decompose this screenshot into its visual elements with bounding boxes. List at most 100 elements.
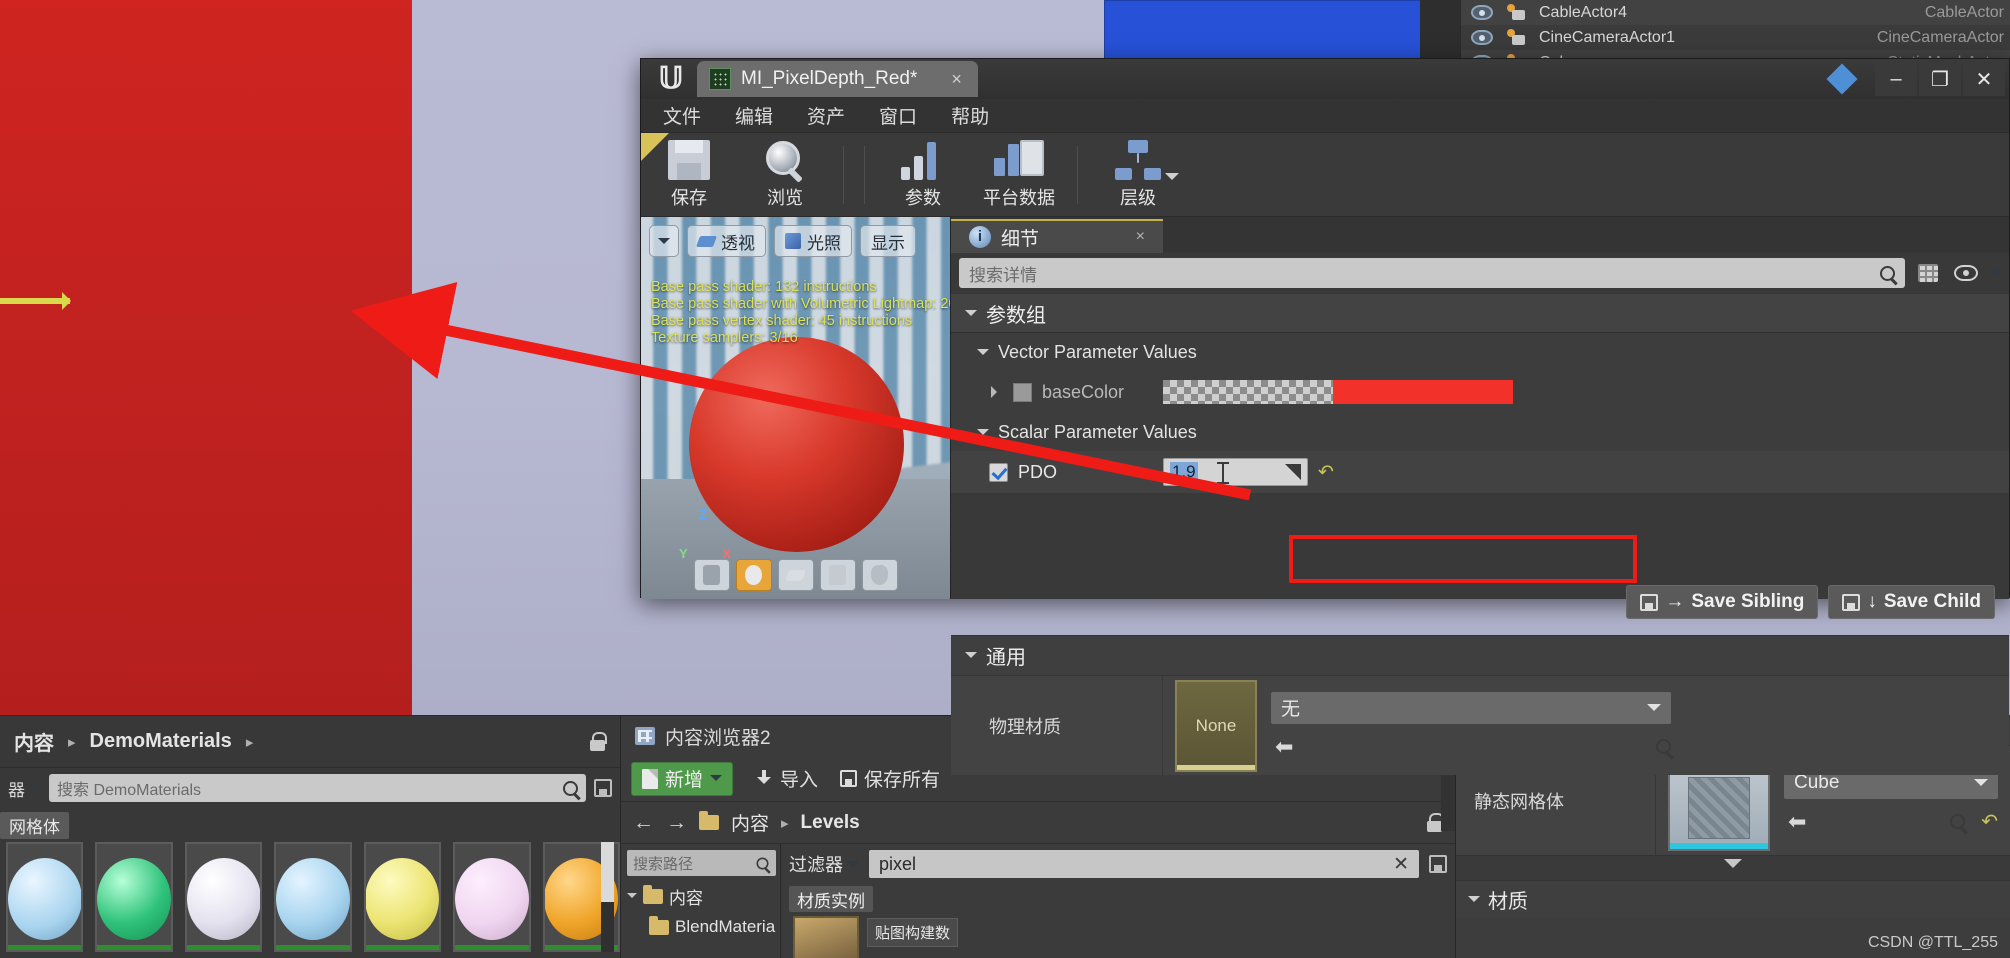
breadcrumb-item-content[interactable]: 内容: [731, 809, 769, 836]
path-search-input[interactable]: 搜索路径: [627, 850, 776, 876]
physical-material-thumbnail[interactable]: None: [1175, 679, 1257, 772]
chevron-down-icon: [658, 237, 670, 250]
back-arrow-icon[interactable]: ←: [633, 811, 654, 835]
forward-arrow-icon[interactable]: →: [666, 811, 687, 835]
import-button[interactable]: 导入: [755, 765, 818, 792]
editor-toolbar: 保存 浏览 参数 平台数据 层级: [641, 133, 2009, 217]
browse-to-asset-icon[interactable]: [1950, 814, 1966, 829]
save-search-icon[interactable]: [594, 779, 612, 797]
viewport-toolbar: 透视 光照 显示: [649, 225, 916, 257]
basecolor-checkbox[interactable]: [1013, 382, 1032, 402]
maximize-button[interactable]: ❐: [1919, 62, 1961, 96]
view-mode-lit-button[interactable]: 光照: [774, 225, 852, 257]
browse-button[interactable]: 浏览: [737, 135, 833, 215]
browse-to-asset-icon[interactable]: [1656, 739, 1671, 754]
asset-tile[interactable]: [363, 842, 442, 952]
hierarchy-button[interactable]: 层级: [1088, 135, 1206, 215]
chevron-down-icon: [710, 775, 723, 787]
drag-handle-icon[interactable]: [1285, 464, 1301, 480]
collapse-section-button[interactable]: [1456, 856, 2010, 880]
breadcrumb-item-content[interactable]: 内容: [14, 727, 54, 756]
asset-tile[interactable]: [95, 842, 173, 952]
window-title-bar[interactable]: 𝕌 MI_PixelDepth_Red* × – ❐ ✕: [641, 59, 2009, 99]
camera-actor-icon: [1505, 28, 1529, 47]
use-selected-asset-icon[interactable]: ⬅: [1788, 809, 1806, 835]
preview-shape-plane-button[interactable]: [777, 559, 814, 591]
filters-button[interactable]: 器: [8, 776, 41, 801]
show-all-properties-button[interactable]: [1951, 259, 1981, 287]
preview-shape-sphere-button[interactable]: [735, 559, 772, 591]
preview-shape-cylinder-button[interactable]: [693, 559, 730, 591]
visibility-eye-icon[interactable]: [1471, 30, 1493, 45]
tree-item-blendmaterial[interactable]: BlendMateria: [627, 915, 776, 937]
asset-tile[interactable]: [184, 842, 263, 952]
view-options-button[interactable]: [1913, 259, 1943, 287]
filter-chip-material-instance[interactable]: 材质实例: [789, 886, 873, 912]
platform-stats-button[interactable]: 平台数据: [971, 135, 1067, 215]
content-browser-body: 搜索路径 内容 BlendMateria 过滤器 pixel ✕ 材质实例 贴图…: [621, 716, 1455, 958]
basecolor-swatch[interactable]: [1163, 380, 1513, 404]
category-general[interactable]: 通用: [951, 635, 2009, 675]
tree-item-content[interactable]: 内容: [627, 884, 776, 909]
preview-shape-custom-button[interactable]: [861, 559, 898, 591]
perspective-label: 透视: [721, 233, 755, 253]
asset-scrollbar[interactable]: [601, 842, 614, 952]
asset-search-input[interactable]: pixel ✕: [869, 850, 1419, 878]
tab-details[interactable]: i 细节 ×: [951, 219, 1163, 253]
menu-window[interactable]: 窗口: [879, 102, 917, 129]
asset-tile[interactable]: [6, 842, 84, 952]
chevron-right-icon: ▸: [68, 733, 76, 751]
close-tab-icon[interactable]: ×: [1136, 228, 1145, 246]
use-selected-asset-icon[interactable]: ⬅: [1275, 734, 1293, 760]
clear-search-icon[interactable]: ✕: [1393, 853, 1409, 876]
pdo-value-input[interactable]: 1.9: [1163, 458, 1308, 486]
save-all-button[interactable]: 保存所有: [840, 765, 940, 792]
menu-help[interactable]: 帮助: [951, 102, 989, 129]
viewport-options-button[interactable]: [649, 225, 679, 257]
minimize-button[interactable]: –: [1875, 62, 1917, 96]
save-child-button[interactable]: ↓ Save Child: [1828, 585, 1995, 619]
pdo-value: 1.9: [1170, 462, 1198, 482]
reset-to-default-icon[interactable]: ↶: [1981, 809, 1998, 834]
group-vector-label: Vector Parameter Values: [998, 341, 1197, 362]
lock-icon[interactable]: [588, 731, 607, 752]
group-vector-parameter-values[interactable]: Vector Parameter Values: [951, 333, 2009, 371]
menu-file[interactable]: 文件: [663, 102, 701, 129]
menu-edit[interactable]: 编辑: [735, 102, 773, 129]
asset-tile[interactable]: [793, 916, 859, 958]
visibility-eye-icon[interactable]: [1471, 5, 1493, 20]
physical-material-combo[interactable]: 无: [1271, 691, 1671, 724]
asset-tile[interactable]: [453, 842, 531, 952]
category-parameter-groups[interactable]: 参数组: [951, 293, 2009, 333]
filters-dropdown-button[interactable]: 过滤器: [789, 851, 859, 877]
preview-shape-cube-button[interactable]: [819, 559, 856, 591]
breadcrumb-item-demomaterials[interactable]: DemoMaterials: [90, 730, 232, 753]
search-row: 器 搜索 DemoMaterials: [0, 768, 620, 808]
breadcrumb-item-levels[interactable]: Levels: [801, 812, 860, 834]
filter-chip-staticmesh[interactable]: 网格体: [0, 812, 69, 839]
parameters-button[interactable]: 参数: [875, 135, 971, 215]
editor-tab[interactable]: MI_PixelDepth_Red* ×: [697, 61, 978, 97]
show-flags-button[interactable]: 显示: [860, 225, 916, 257]
pdo-checkbox[interactable]: [989, 462, 1008, 482]
view-mode-perspective-button[interactable]: 透视: [687, 225, 766, 257]
chevron-down-icon[interactable]: [1989, 269, 2001, 282]
search-input[interactable]: 搜索 DemoMaterials: [49, 774, 586, 802]
details-search-input[interactable]: 搜索详情: [959, 258, 1905, 288]
outliner-row[interactable]: CableActor4 CableActor: [1461, 0, 2010, 25]
save-search-icon[interactable]: [1429, 855, 1447, 873]
chevron-right-icon[interactable]: [991, 386, 1003, 398]
reset-to-default-icon[interactable]: ↶: [1318, 461, 1334, 484]
add-new-button[interactable]: 新增: [631, 761, 734, 796]
close-button[interactable]: ✕: [1963, 62, 2005, 96]
materials-category-header[interactable]: 材质: [1456, 880, 2010, 918]
save-sibling-button[interactable]: → Save Sibling: [1626, 585, 1819, 619]
menu-asset[interactable]: 资产: [807, 102, 845, 129]
editor-body: 透视 光照 显示 Base pass shader: 132 instructi…: [641, 217, 2009, 775]
close-tab-icon[interactable]: ×: [951, 69, 962, 90]
asset-tile[interactable]: [274, 842, 352, 952]
material-preview-viewport[interactable]: 透视 光照 显示 Base pass shader: 132 instructi…: [641, 217, 951, 599]
outliner-row[interactable]: CineCameraActor1 CineCameraActor: [1461, 25, 2010, 50]
search-icon: [756, 857, 769, 869]
group-scalar-parameter-values[interactable]: Scalar Parameter Values: [951, 413, 2009, 451]
